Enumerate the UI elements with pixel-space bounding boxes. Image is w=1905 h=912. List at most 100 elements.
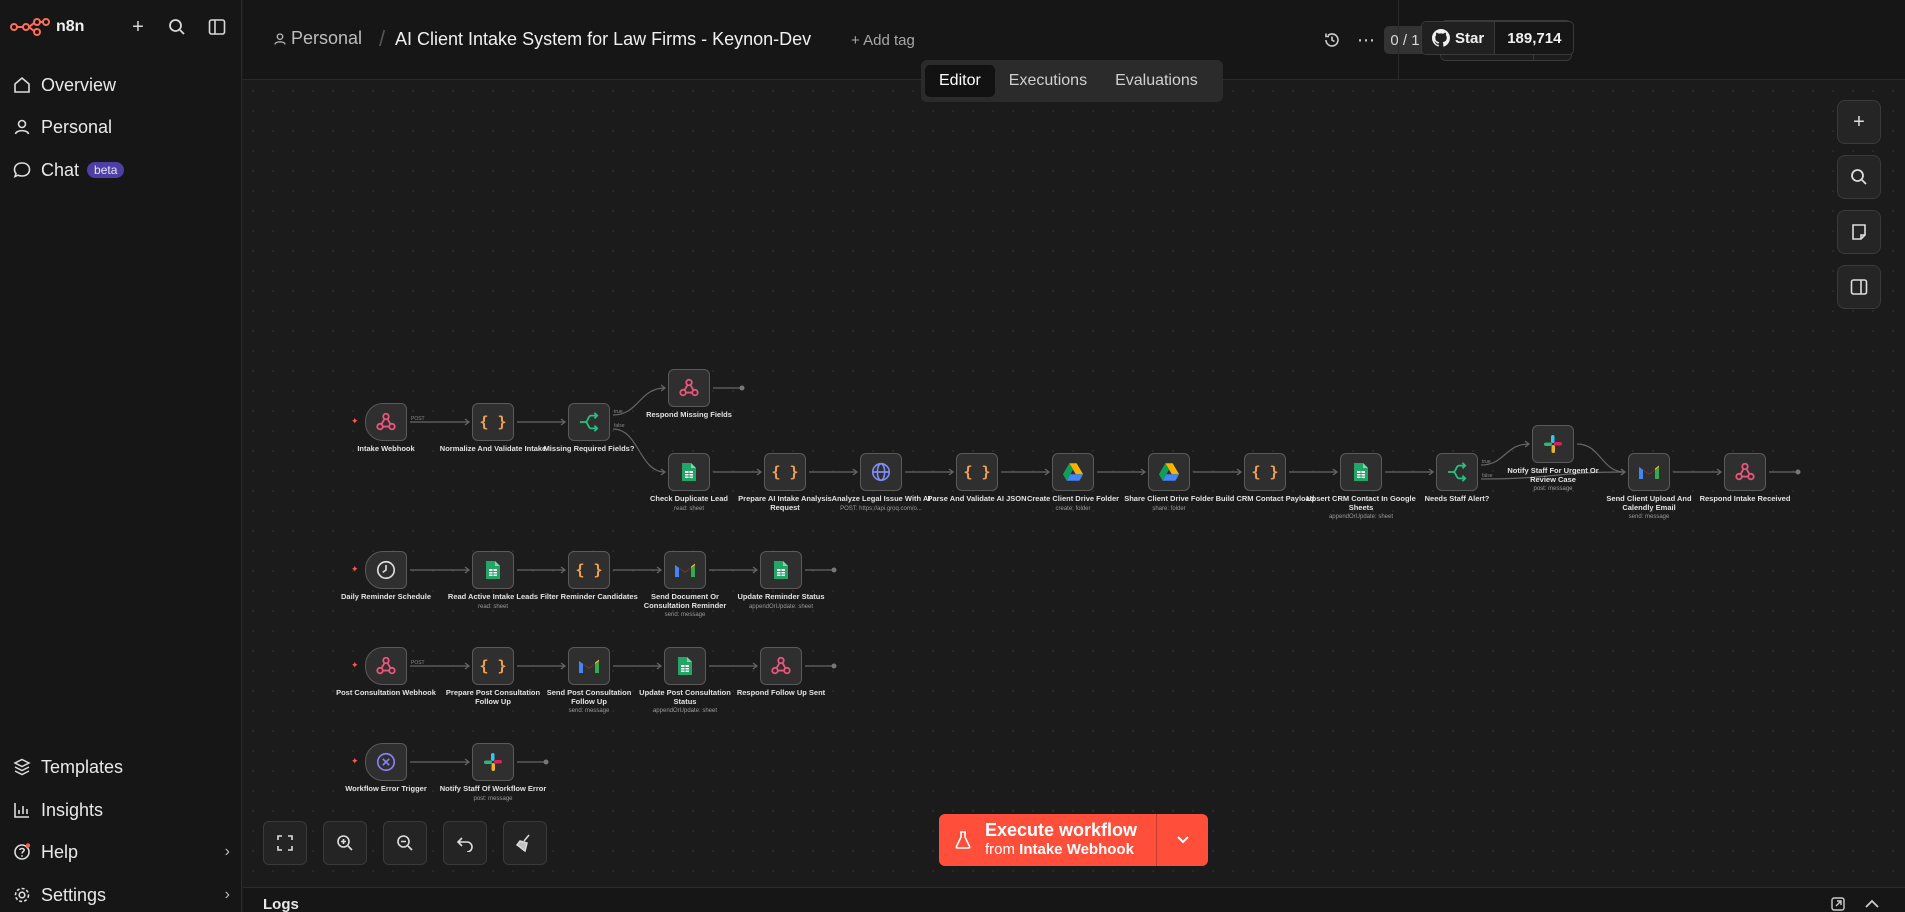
zoom-out-button[interactable] [383,821,427,865]
code-icon: { } [479,413,507,431]
node-title: Update Reminder Status [737,592,825,601]
github-star-button[interactable]: Star [1422,22,1495,54]
workflow-node[interactable] [664,647,706,685]
workflow-node[interactable] [1052,453,1094,491]
nav-help-label: Help [41,841,79,862]
sheets-icon [1353,462,1369,482]
port-label: true [614,409,623,415]
nav-personal[interactable]: Personal [12,112,112,142]
more-options-icon[interactable]: ⋯ [1354,28,1378,52]
zoom-in-button[interactable] [323,821,367,865]
canvas-search-button[interactable] [1837,155,1881,199]
workflow-node[interactable] [1148,453,1190,491]
workflow-node[interactable]: { } [568,551,610,589]
workflow-node[interactable]: { } [1244,453,1286,491]
workflow-title[interactable]: AI Client Intake System for Law Firms - … [395,29,811,50]
home-icon [12,75,32,95]
workflow-node[interactable] [760,551,802,589]
workflow-node[interactable] [664,551,706,589]
workflow-node[interactable] [568,403,610,441]
workflow-node[interactable] [1340,453,1382,491]
workflow-node[interactable]: { } [472,647,514,685]
output-plus-handle[interactable] [1795,469,1801,475]
sticky-note-button[interactable] [1837,210,1881,254]
output-plus-handle[interactable] [543,759,549,765]
output-plus-handle[interactable] [831,567,837,573]
search-icon[interactable] [165,15,189,39]
sheets-icon [677,656,693,676]
fit-view-button[interactable] [263,821,307,865]
node-label: Build CRM Contact Payload [1210,494,1320,504]
tidy-up-button[interactable] [503,821,547,865]
add-tag-button[interactable]: + Add tag [851,32,915,49]
node-label: Update Post Consultation Status appendOrU… [630,688,740,716]
workflow-node[interactable] [860,453,902,491]
broom-icon [515,834,530,853]
port-label: POST [411,660,425,666]
workflow-canvas[interactable]: POST POST true false true false ✦ Intake Webho… [243,81,1905,887]
add-node-button[interactable]: + [1837,100,1881,144]
workflow-node[interactable]: { } [956,453,998,491]
tab-editor[interactable]: Editor [925,65,995,97]
code-icon: { } [771,463,799,481]
nav-help[interactable]: Help › [12,837,230,867]
nav-settings[interactable]: Settings › [12,880,230,910]
nav-chat[interactable]: Chat beta [12,155,125,185]
node-title: Check Duplicate Lead [650,494,728,503]
tab-evaluations[interactable]: Evaluations [1101,65,1212,97]
undo-icon [456,837,473,852]
workflow-node[interactable] [568,647,610,685]
n8n-logo[interactable]: n8n [10,14,84,40]
beta-badge: beta [87,162,125,178]
workflow-node[interactable] [1724,453,1766,491]
workflow-node[interactable] [365,743,407,781]
search-icon [1851,169,1867,185]
workflow-node[interactable] [1436,453,1478,491]
open-logs-icon[interactable] [1831,897,1845,911]
workflow-node[interactable] [668,369,710,407]
slack-icon [1543,434,1563,454]
workflow-node[interactable]: { } [472,403,514,441]
execute-dropdown[interactable] [1156,814,1208,866]
undo-button[interactable] [443,821,487,865]
workflow-node[interactable] [365,551,407,589]
nav-templates[interactable]: Templates [12,752,123,782]
workflow-node[interactable] [1532,425,1574,463]
logs-panel[interactable]: Logs [243,887,1905,912]
zoom-out-icon [397,835,413,851]
workflow-node[interactable] [760,647,802,685]
add-icon[interactable]: + [126,15,150,39]
node-title: Send Post Consultation Follow Up [546,688,632,706]
workflow-node[interactable] [472,743,514,781]
chevron-right-icon: › [224,843,230,860]
nav-templates-label: Templates [41,756,124,777]
node-subtitle: appendOrUpdate: sheet [1328,514,1394,520]
fit-view-icon [277,835,293,851]
collapse-sidebar-icon[interactable] [205,15,229,39]
node-subtitle: create: folder [1055,505,1091,512]
output-plus-handle[interactable] [831,663,837,669]
history-icon[interactable] [1320,28,1344,52]
workflow-node[interactable] [365,403,407,441]
execute-workflow-button[interactable]: Execute workflow from Intake Webhook [939,814,1156,866]
workflow-node[interactable] [365,647,407,685]
workflow-node[interactable] [472,551,514,589]
output-plus-handle[interactable] [739,385,745,391]
port-label: POST [411,416,425,422]
tab-executions[interactable]: Executions [995,65,1101,97]
breadcrumb-project[interactable]: Personal [273,28,362,49]
workflow-node[interactable]: { } [764,453,806,491]
node-label: Notify Staff For Urgent Or Review Case po… [1498,466,1608,494]
zoom-in-icon [337,835,353,851]
chevron-up-icon[interactable] [1865,899,1879,909]
nav-insights[interactable]: Insights [12,795,103,825]
github-star-group[interactable]: Star 189,714 [1421,21,1575,55]
if-icon [578,412,600,432]
webhook-icon [770,655,792,677]
toggle-panel-button[interactable] [1837,265,1881,309]
nav-overview[interactable]: Overview [12,70,116,100]
chat-icon [12,160,32,180]
workflow-node[interactable] [668,453,710,491]
github-star-count: 189,714 [1494,22,1574,54]
workflow-node[interactable] [1628,453,1670,491]
